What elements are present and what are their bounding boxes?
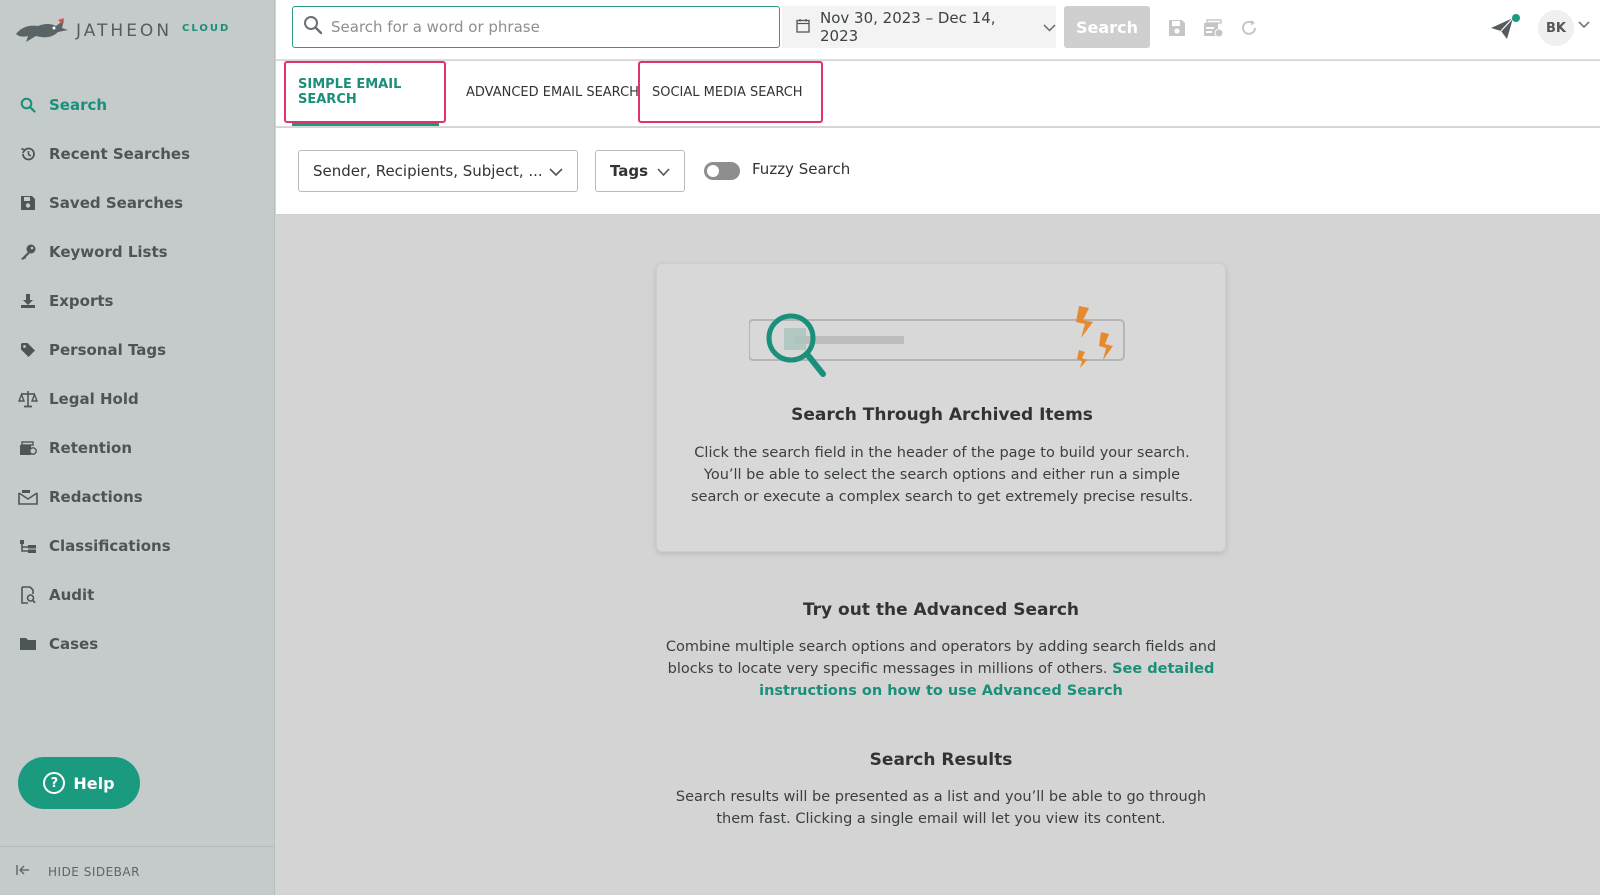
search-fields-dropdown[interactable]: Sender, Recipients, Subject, ... xyxy=(298,150,578,192)
tab-advanced-email-search[interactable]: ADVANCED EMAIL SEARCH xyxy=(466,61,639,123)
tab-simple-email-search[interactable]: SIMPLE EMAIL SEARCH xyxy=(284,61,446,123)
help-label: Help xyxy=(73,773,115,793)
sidebar-item-label: Saved Searches xyxy=(49,193,184,212)
chevron-down-icon xyxy=(549,163,563,181)
hierarchy-icon xyxy=(18,536,38,556)
sidebar-item-label: Search xyxy=(49,95,108,114)
top-bar: Nov 30, 2023 – Dec 14, 2023 Search BK xyxy=(276,0,1600,60)
advanced-section-title: Try out the Advanced Search xyxy=(802,600,1080,620)
advanced-section-body: Combine multiple search options and oper… xyxy=(661,636,1221,702)
chevron-down-icon xyxy=(1043,18,1056,36)
sidebar-item-keyword-lists[interactable]: Keyword Lists xyxy=(0,227,275,276)
notification-dot xyxy=(1512,14,1520,22)
toggle-knob xyxy=(707,165,719,177)
sidebar-item-saved-searches[interactable]: Saved Searches xyxy=(0,178,275,227)
folder-icon xyxy=(18,634,38,654)
sidebar-item-label: Cases xyxy=(49,634,99,653)
calendar-icon xyxy=(796,18,810,37)
sidebar-item-label: Keyword Lists xyxy=(49,242,168,261)
search-icon xyxy=(303,15,323,39)
search-input[interactable] xyxy=(331,18,771,36)
avatar[interactable]: BK xyxy=(1538,10,1574,46)
sidebar-item-personal-tags[interactable]: Personal Tags xyxy=(0,325,275,374)
tag-icon xyxy=(18,340,38,360)
refresh-icon[interactable] xyxy=(1238,17,1260,39)
question-icon: ? xyxy=(43,772,66,794)
sidebar-item-exports[interactable]: Exports xyxy=(0,276,275,325)
tags-dropdown[interactable]: Tags xyxy=(595,150,685,192)
sidebar-item-redactions[interactable]: Redactions xyxy=(0,472,275,521)
sidebar-item-retention[interactable]: Retention xyxy=(0,423,275,472)
active-tab-indicator xyxy=(292,123,439,126)
tab-label: SOCIAL MEDIA SEARCH xyxy=(652,84,803,100)
sidebar-item-label: Exports xyxy=(49,291,114,310)
sidebar-divider xyxy=(0,846,275,847)
search-icon xyxy=(18,95,38,115)
save-search-icon[interactable] xyxy=(1166,17,1188,39)
card-body: Click the search field in the header of … xyxy=(690,445,1194,505)
sidebar-item-legal-hold[interactable]: Legal Hold xyxy=(0,374,275,423)
sidebar-item-label: Legal Hold xyxy=(49,389,139,408)
sidebar-item-label: Classifications xyxy=(49,536,171,555)
save-to-list-icon[interactable] xyxy=(1202,17,1224,39)
filter-bar: Sender, Recipients, Subject, ... Tags Fu… xyxy=(276,128,1600,215)
sidebar-item-recent-searches[interactable]: Recent Searches xyxy=(0,129,275,178)
redaction-icon xyxy=(18,487,38,507)
search-button[interactable]: Search xyxy=(1064,6,1150,48)
fuzzy-search-label: Fuzzy Search xyxy=(752,160,851,178)
chevron-down-icon xyxy=(657,163,670,181)
sidebar-item-classifications[interactable]: Classifications xyxy=(0,521,275,570)
retention-icon xyxy=(18,438,38,458)
help-button[interactable]: ? Help xyxy=(18,757,140,809)
search-info-card: Search Through Archived Items Click the … xyxy=(656,263,1226,552)
fuzzy-search-toggle[interactable] xyxy=(704,162,740,180)
search-box[interactable] xyxy=(292,6,780,48)
card-title: Search Through Archived Items xyxy=(791,405,1093,425)
sidebar-item-label: Recent Searches xyxy=(49,144,191,163)
logo-cloud-suffix: CLOUD xyxy=(182,22,231,34)
audit-icon xyxy=(18,585,38,605)
date-range-picker[interactable]: Nov 30, 2023 – Dec 14, 2023 xyxy=(782,6,1056,48)
collapse-left-icon xyxy=(16,864,30,880)
history-icon xyxy=(18,144,38,164)
results-section-title: Search Results xyxy=(869,750,1013,770)
sidebar-item-label: Audit xyxy=(49,585,95,604)
tab-label: ADVANCED EMAIL SEARCH xyxy=(466,84,639,100)
chevron-down-icon[interactable] xyxy=(1578,18,1590,32)
logo-wordmark: JATHEON xyxy=(76,21,173,41)
sidebar-item-search[interactable]: Search xyxy=(0,80,275,129)
tab-label: SIMPLE EMAIL SEARCH xyxy=(298,77,402,107)
tags-label: Tags xyxy=(610,162,649,180)
sidebar-nav: Search Recent Searches Saved Searches Ke… xyxy=(0,80,275,668)
sidebar-item-label: Retention xyxy=(49,438,133,457)
search-tabs: SIMPLE EMAIL SEARCH ADVANCED EMAIL SEARC… xyxy=(276,61,1600,127)
hide-sidebar-button[interactable]: HIDE SIDEBAR xyxy=(16,864,140,880)
tab-social-media-search[interactable]: SOCIAL MEDIA SEARCH xyxy=(638,61,823,123)
search-illustration xyxy=(749,306,1125,377)
sidebar-item-label: Redactions xyxy=(49,487,143,506)
scales-icon xyxy=(18,389,38,409)
save-icon xyxy=(18,193,38,213)
search-fields-value: Sender, Recipients, Subject, ... xyxy=(313,162,543,180)
download-icon xyxy=(18,291,38,311)
sidebar-item-cases[interactable]: Cases xyxy=(0,619,275,668)
hide-sidebar-label: HIDE SIDEBAR xyxy=(48,865,140,879)
sidebar-item-audit[interactable]: Audit xyxy=(0,570,275,619)
date-range-value: Nov 30, 2023 – Dec 14, 2023 xyxy=(820,9,996,45)
chameleon-logo-icon xyxy=(16,18,68,42)
sidebar: JATHEON CLOUD Search Recent Searches Sav… xyxy=(0,0,275,895)
results-section-body: Search results will be presented as a li… xyxy=(675,789,1207,827)
key-icon xyxy=(18,242,38,262)
logo[interactable]: JATHEON CLOUD xyxy=(14,16,230,46)
sidebar-item-label: Personal Tags xyxy=(49,340,167,359)
